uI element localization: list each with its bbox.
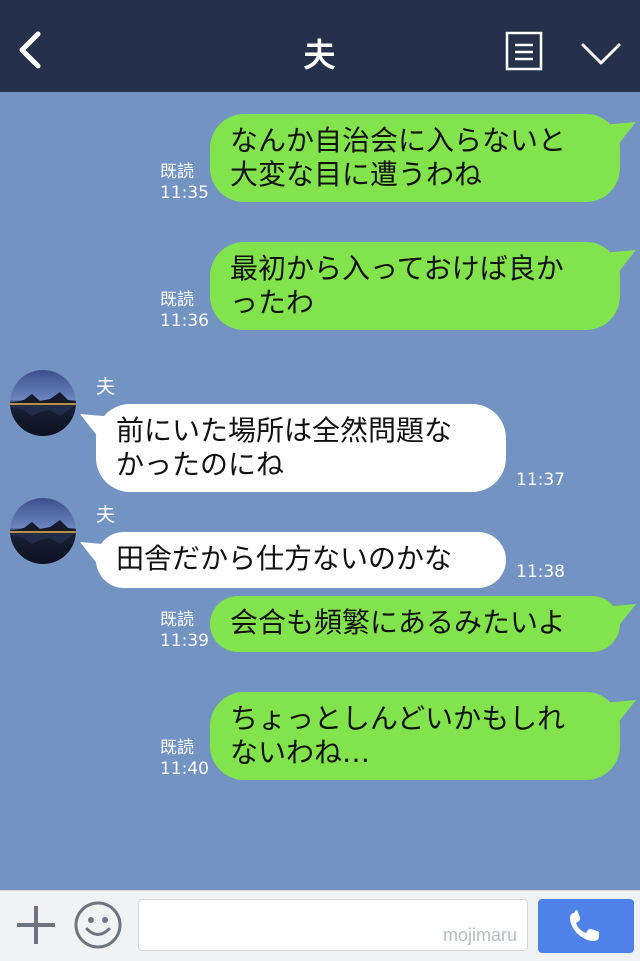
chat-title: 夫 <box>303 36 337 74</box>
message-bubble-incoming[interactable]: 田舎だから仕方ないのかな <box>96 532 506 588</box>
message-row: 夫 田舎だから仕方ないのかな 11:38 <box>0 498 640 598</box>
message-line: 会合も頻繁にあるみたいよ <box>230 606 566 639</box>
message-time: 11:40 <box>160 759 209 779</box>
message-line: 前にいた場所は全然問題な <box>116 414 453 447</box>
message-line: 最初から入っておけば良か <box>230 252 564 285</box>
smiley-icon[interactable] <box>73 900 123 950</box>
phone-icon <box>570 910 599 941</box>
message-bubble-outgoing[interactable]: 最初から入っておけば良か ったわ <box>210 242 620 330</box>
message-bubble-outgoing[interactable]: ちょっとしんどいかもしれ ないわね… <box>210 692 620 780</box>
read-status: 既読 <box>160 290 194 310</box>
message-line: ないわね… <box>230 736 371 769</box>
message-time: 11:37 <box>516 470 565 490</box>
message-composer: mojimaru <box>0 890 640 961</box>
message-bubble-outgoing[interactable]: なんか自治会に入らないと 大変な目に遭うわね <box>210 114 620 202</box>
message-row: 既読 11:39 会合も頻繁にあるみたいよ <box>0 596 640 656</box>
avatar[interactable] <box>10 498 76 564</box>
plus-icon[interactable] <box>14 903 58 947</box>
message-line: 田舎だから仕方ないのかな <box>116 542 453 575</box>
message-bubble-outgoing[interactable]: 会合も頻繁にあるみたいよ <box>210 596 620 652</box>
message-row: 既読 11:35 なんか自治会に入らないと 大変な目に遭うわね <box>0 114 640 204</box>
message-row: 夫 前にいた場所は全然問題な かったのにね 11:37 <box>0 370 640 500</box>
message-time: 11:39 <box>160 631 209 651</box>
message-input[interactable]: mojimaru <box>138 899 528 951</box>
message-line: なんか自治会に入らないと <box>230 124 567 157</box>
message-line: ったわ <box>230 286 315 319</box>
read-status: 既読 <box>160 610 194 630</box>
message-meta: 既読 11:40 <box>160 738 209 780</box>
chat-header: 夫 <box>0 0 640 92</box>
call-button[interactable] <box>538 899 634 953</box>
message-row: 既読 11:36 最初から入っておけば良か ったわ <box>0 242 640 332</box>
message-time: 11:38 <box>516 562 565 582</box>
list-menu-icon[interactable] <box>505 31 543 71</box>
chevron-down-icon[interactable] <box>580 40 622 68</box>
message-meta: 既読 11:36 <box>160 290 209 332</box>
avatar-landscape-image <box>10 370 76 436</box>
message-row: 既読 11:40 ちょっとしんどいかもしれ ないわね… <box>0 692 640 784</box>
message-meta: 既読 11:35 <box>160 162 209 204</box>
message-bubble-incoming[interactable]: 前にいた場所は全然問題な かったのにね <box>96 404 506 492</box>
read-status: 既読 <box>160 162 194 182</box>
message-line: ちょっとしんどいかもしれ <box>230 702 566 735</box>
message-time: 11:35 <box>160 183 209 203</box>
read-status: 既読 <box>160 738 194 758</box>
watermark-text: mojimaru <box>442 925 517 945</box>
message-line: 大変な目に遭うわね <box>230 158 483 191</box>
message-time: 11:36 <box>160 311 209 331</box>
sender-name: 夫 <box>96 376 116 398</box>
avatar-landscape-image <box>10 498 76 564</box>
sender-name: 夫 <box>96 504 116 526</box>
message-list[interactable]: 既読 11:35 なんか自治会に入らないと 大変な目に遭うわね 既読 11:36… <box>0 92 640 890</box>
message-line: かったのにね <box>116 448 285 481</box>
message-meta: 既読 11:39 <box>160 610 209 652</box>
avatar[interactable] <box>10 370 76 436</box>
